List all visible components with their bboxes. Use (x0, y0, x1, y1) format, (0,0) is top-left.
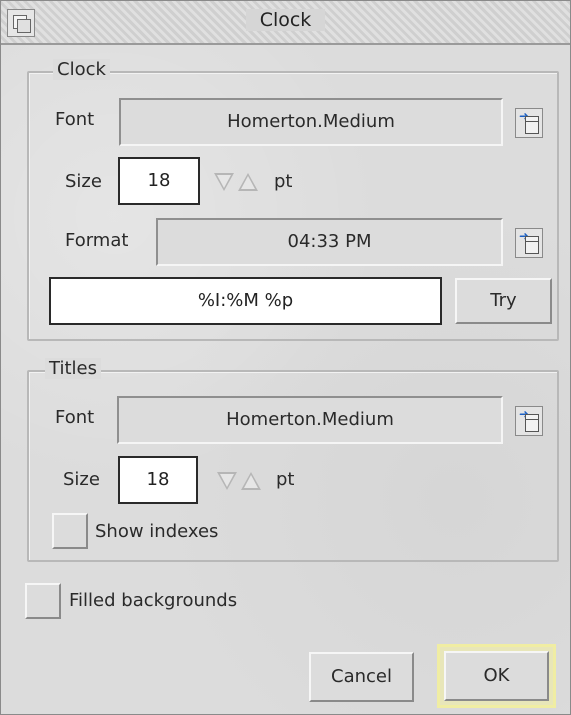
increase-arrow-icon[interactable] (238, 173, 258, 191)
clock-format-input[interactable]: %I:%M %p (49, 277, 442, 325)
titles-font-label: Font (55, 407, 95, 428)
clock-format-preview: 04:33 PM (156, 218, 503, 266)
titles-size-input[interactable]: 18 (118, 456, 198, 504)
clock-font-display: Homerton.Medium (119, 98, 503, 146)
window-title: Clock (245, 9, 326, 31)
clock-size-adjuster[interactable] (214, 166, 264, 196)
titles-size-adjuster[interactable] (217, 465, 267, 495)
filled-backgrounds-checkbox[interactable] (25, 583, 61, 619)
titles-size-unit: pt (276, 469, 295, 490)
clock-size-input[interactable]: 18 (118, 157, 200, 205)
clock-format-menu-icon[interactable]: ➜ (515, 228, 543, 258)
title-bar[interactable]: Clock (1, 1, 570, 45)
try-button[interactable]: Try (455, 278, 552, 324)
titles-font-menu-icon[interactable]: ➜ (515, 406, 543, 436)
clock-font-label: Font (55, 109, 95, 130)
ok-button[interactable]: OK (444, 651, 549, 701)
show-indexes-label: Show indexes (95, 521, 219, 542)
filled-backgrounds-label: Filled backgrounds (69, 590, 238, 611)
clock-format-label: Format (65, 230, 129, 251)
cancel-button[interactable]: Cancel (309, 652, 414, 702)
clock-size-label: Size (65, 171, 102, 192)
titles-font-display: Homerton.Medium (117, 396, 503, 444)
show-indexes-checkbox[interactable] (52, 513, 88, 549)
clock-group-label: Clock (53, 59, 110, 80)
decrease-arrow-icon[interactable] (214, 173, 234, 191)
titles-group-label: Titles (45, 358, 101, 379)
clock-font-menu-icon[interactable]: ➜ (515, 108, 543, 138)
clock-size-unit: pt (274, 171, 293, 192)
clock-config-window: Clock Clock Font Homerton.Medium ➜ Size … (0, 0, 571, 715)
decrease-arrow-icon[interactable] (217, 472, 237, 490)
increase-arrow-icon[interactable] (241, 472, 261, 490)
titles-size-label: Size (63, 469, 100, 490)
